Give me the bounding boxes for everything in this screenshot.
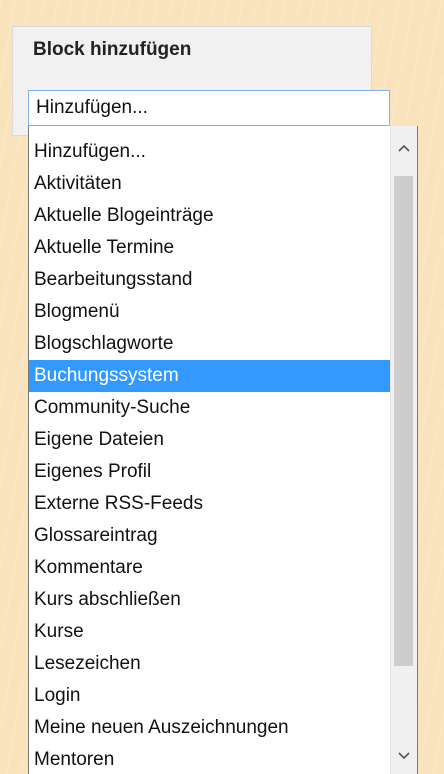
panel-title: Block hinzufügen [33,39,192,60]
chevron-down-icon [398,752,410,760]
option-aktuelle-termine[interactable]: Aktuelle Termine [29,232,390,264]
option-glossareintrag[interactable]: Glossareintrag [29,520,390,552]
option-aktivitaeten[interactable]: Aktivitäten [29,168,390,200]
scroll-down-button[interactable] [391,742,417,770]
option-hinzufuegen[interactable]: Hinzufügen... [29,136,390,168]
option-eigene-dateien[interactable]: Eigene Dateien [29,424,390,456]
option-kurs-abschliessen[interactable]: Kurs abschließen [29,584,390,616]
dropdown-scrollbar[interactable] [390,126,417,774]
add-block-select[interactable]: Hinzufügen... [28,90,390,126]
option-list: Hinzufügen... Aktivitäten Aktuelle Bloge… [29,136,390,774]
option-eigenes-profil[interactable]: Eigenes Profil [29,456,390,488]
option-blogschlagworte[interactable]: Blogschlagworte [29,328,390,360]
chevron-up-icon [398,144,410,152]
option-meine-neuen-auszeichnungen[interactable]: Meine neuen Auszeichnungen [29,712,390,744]
option-buchungssystem[interactable]: Buchungssystem [29,360,390,392]
option-login[interactable]: Login [29,680,390,712]
option-blogmenue[interactable]: Blogmenü [29,296,390,328]
dropdown-list[interactable]: Hinzufügen... Aktivitäten Aktuelle Bloge… [28,126,418,774]
option-externe-rss-feeds[interactable]: Externe RSS-Feeds [29,488,390,520]
option-kommentare[interactable]: Kommentare [29,552,390,584]
option-lesezeichen[interactable]: Lesezeichen [29,648,390,680]
option-kurse[interactable]: Kurse [29,616,390,648]
option-bearbeitungsstand[interactable]: Bearbeitungsstand [29,264,390,296]
option-mentoren[interactable]: Mentoren [29,744,390,774]
scroll-thumb[interactable] [394,176,413,666]
option-aktuelle-blogeintraege[interactable]: Aktuelle Blogeinträge [29,200,390,232]
scroll-up-button[interactable] [391,134,417,162]
option-community-suche[interactable]: Community-Suche [29,392,390,424]
